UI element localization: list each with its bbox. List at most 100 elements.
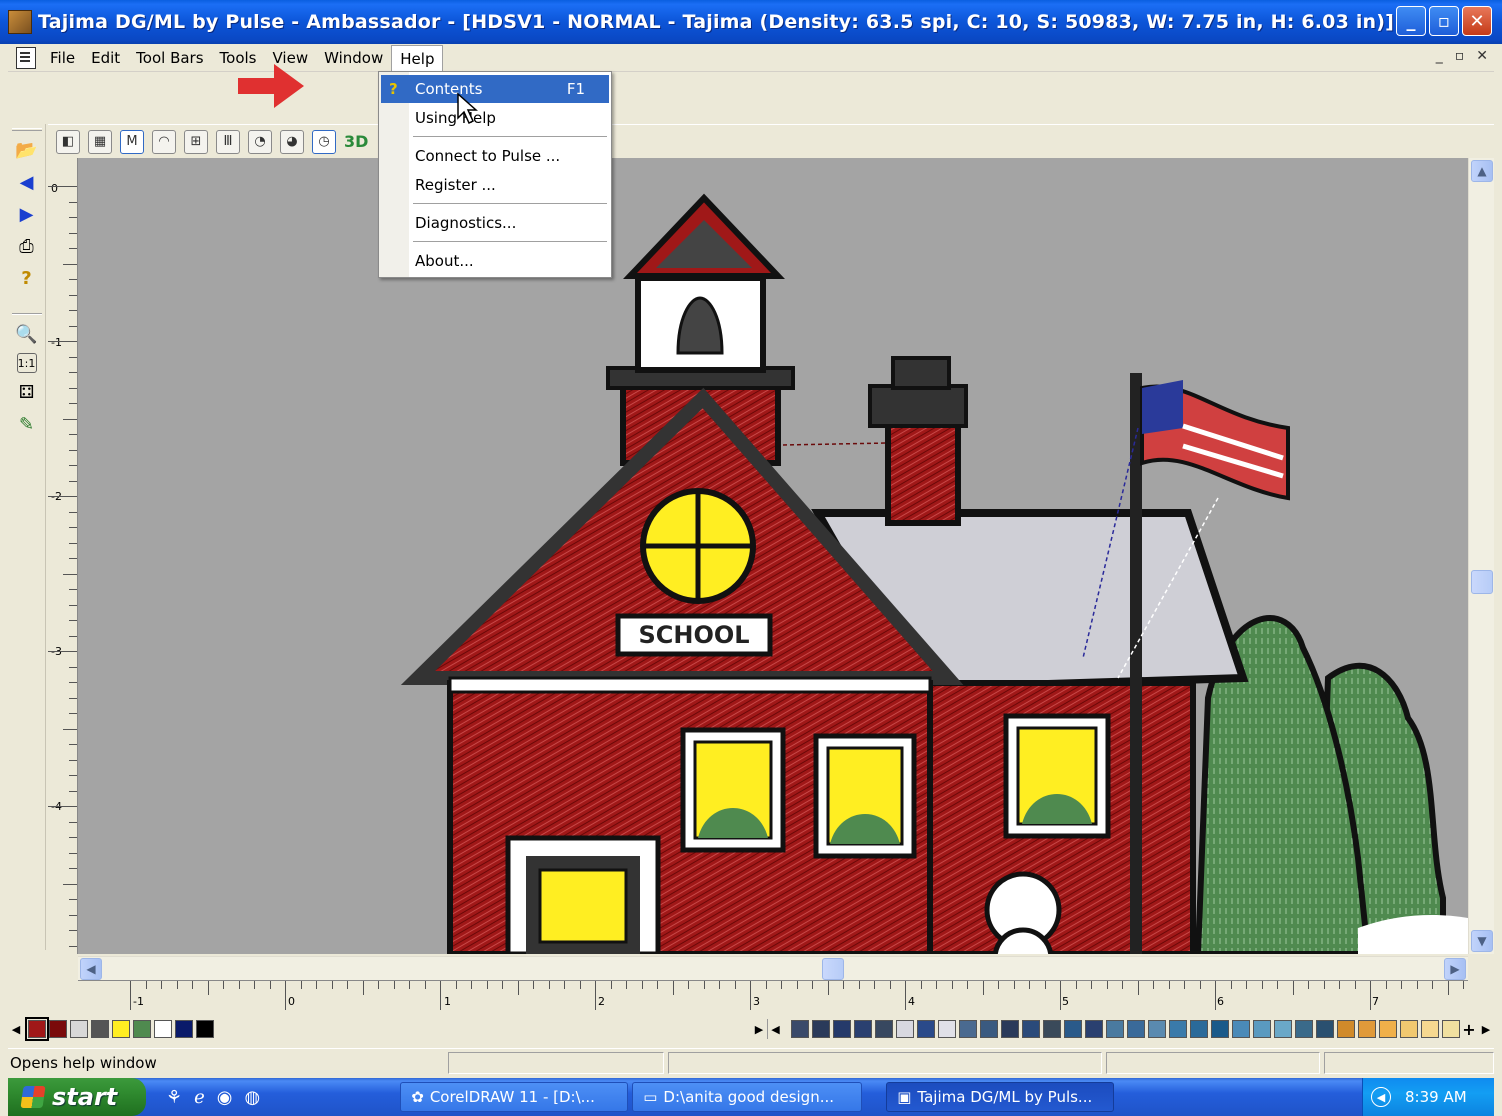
scroll-right-button[interactable]: ▶	[1444, 958, 1466, 980]
color-swatch[interactable]	[1337, 1020, 1355, 1038]
color-swatch[interactable]	[175, 1020, 193, 1038]
close-button[interactable]: ✕	[1462, 6, 1492, 36]
color-swatch[interactable]	[1022, 1020, 1040, 1038]
menu-item-diagnostics[interactable]: Diagnostics...	[381, 209, 609, 237]
color-swatch[interactable]	[1400, 1020, 1418, 1038]
help-icon[interactable]: ?	[14, 265, 40, 291]
add-color-button[interactable]: +	[1460, 1019, 1478, 1039]
scroll-up-button[interactable]: ▲	[1471, 160, 1493, 182]
task-folder[interactable]: ▭ D:\anita good design...	[632, 1082, 863, 1112]
color-swatch[interactable]	[1085, 1020, 1103, 1038]
color-swatch[interactable]	[854, 1020, 872, 1038]
color-swatch[interactable]	[1127, 1020, 1145, 1038]
color-swatch[interactable]	[1379, 1020, 1397, 1038]
stitch-view-icon[interactable]: ◧	[56, 129, 80, 154]
color-swatch[interactable]	[812, 1020, 830, 1038]
color-swatch[interactable]	[1106, 1020, 1124, 1038]
document-icon[interactable]	[16, 46, 36, 69]
color-swatch[interactable]	[1442, 1020, 1460, 1038]
grid-view-icon[interactable]: ▦	[88, 129, 112, 154]
color-swatch[interactable]	[1316, 1020, 1334, 1038]
scroll-left-button[interactable]: ◀	[80, 958, 102, 980]
print-icon[interactable]: ⎙	[14, 233, 40, 259]
open-folder-icon[interactable]: 📂	[14, 137, 40, 163]
color-swatch[interactable]	[1064, 1020, 1082, 1038]
color-swatch[interactable]	[49, 1020, 67, 1038]
columns-icon[interactable]: Ⅲ	[216, 129, 240, 154]
menu-window[interactable]: Window	[316, 45, 391, 71]
menu-item-connect-to-pulse[interactable]: Connect to Pulse ...	[381, 142, 609, 170]
show-hidden-icons-button[interactable]: ◀	[1371, 1087, 1391, 1107]
palette-right-arrow[interactable]: ▶	[1478, 1019, 1494, 1039]
color-swatch[interactable]	[833, 1020, 851, 1038]
minimize-button[interactable]: _	[1396, 6, 1426, 36]
color-swatch[interactable]	[70, 1020, 88, 1038]
design-canvas[interactable]: SCHOOL	[78, 158, 1468, 954]
title-bar[interactable]: Tajima DG/ML by Pulse - Ambassador - [HD…	[0, 0, 1502, 44]
color-swatch[interactable]	[1148, 1020, 1166, 1038]
actual-size-icon[interactable]: 1:1	[16, 353, 37, 373]
palette-scroll-left[interactable]: ◀	[767, 1019, 783, 1039]
vertical-scrollbar[interactable]: ▲ ▼	[1468, 158, 1494, 954]
color-swatch[interactable]	[133, 1020, 151, 1038]
start-button[interactable]: start	[8, 1078, 146, 1116]
color-swatch[interactable]	[154, 1020, 172, 1038]
color-swatch[interactable]	[112, 1020, 130, 1038]
color-swatch[interactable]	[917, 1020, 935, 1038]
color-swatch[interactable]	[896, 1020, 914, 1038]
speed-icon[interactable]: ◷	[312, 129, 336, 154]
color-swatch[interactable]	[1232, 1020, 1250, 1038]
maximize-button[interactable]: ▫	[1429, 6, 1459, 36]
3d-view-button[interactable]: 3D	[344, 132, 368, 151]
color-swatch[interactable]	[1001, 1020, 1019, 1038]
back-arrow-icon[interactable]: ◀	[14, 169, 40, 195]
color-swatch[interactable]	[1253, 1020, 1271, 1038]
menu-file[interactable]: File	[42, 45, 83, 71]
color-swatch[interactable]	[959, 1020, 977, 1038]
network-icon[interactable]: ⚘	[166, 1087, 182, 1108]
fit-icon[interactable]: ⚃	[14, 379, 40, 405]
toolbar-grip[interactable]	[11, 128, 42, 131]
pen-icon[interactable]: ✎	[14, 411, 40, 437]
menu-item-contents[interactable]: ? Contents F1	[381, 75, 609, 103]
outline-icon[interactable]: ◠	[152, 129, 176, 154]
menu-item-using-help[interactable]: Using Help	[381, 104, 609, 132]
menu-help[interactable]: Help	[391, 44, 444, 71]
grid-icon[interactable]: ⊞	[184, 129, 208, 154]
mdi-minimize-button[interactable]: _	[1436, 48, 1443, 64]
menu-tool-bars[interactable]: Tool Bars	[128, 45, 211, 71]
clock[interactable]: 8:39 AM	[1405, 1088, 1467, 1106]
palette-left-arrow[interactable]: ◀	[8, 1019, 24, 1039]
color-swatch[interactable]	[1421, 1020, 1439, 1038]
menu-edit[interactable]: Edit	[83, 45, 128, 71]
color-swatch[interactable]	[25, 1017, 49, 1041]
color-swatch[interactable]	[1295, 1020, 1313, 1038]
browser-icon[interactable]: ℯ	[194, 1087, 205, 1108]
color-swatch[interactable]	[196, 1020, 214, 1038]
timer-icon[interactable]: ◕	[280, 129, 304, 154]
horizontal-scroll-thumb[interactable]	[822, 958, 844, 980]
app-icon[interactable]	[8, 10, 32, 34]
color-swatch[interactable]	[91, 1020, 109, 1038]
color-swatch[interactable]	[791, 1020, 809, 1038]
menu-item-register[interactable]: Register ...	[381, 171, 609, 199]
scroll-down-button[interactable]: ▼	[1471, 930, 1493, 952]
color-swatch[interactable]	[1358, 1020, 1376, 1038]
mdi-close-button[interactable]: ✕	[1476, 48, 1488, 64]
mdi-restore-button[interactable]: ▫	[1455, 48, 1465, 64]
clock-icon[interactable]: ◔	[248, 129, 272, 154]
task-tajima[interactable]: ▣ Tajima DG/ML by Puls...	[886, 1082, 1115, 1112]
color-swatch[interactable]	[1169, 1020, 1187, 1038]
horizontal-scrollbar[interactable]: ◀ ▶	[78, 956, 1468, 980]
forward-arrow-icon[interactable]: ▶	[14, 201, 40, 227]
color-swatch[interactable]	[875, 1020, 893, 1038]
stitch-mode-icon[interactable]: M	[120, 129, 144, 154]
color-swatch[interactable]	[980, 1020, 998, 1038]
menu-item-about[interactable]: About...	[381, 247, 609, 275]
color-swatch[interactable]	[1043, 1020, 1061, 1038]
media-icon[interactable]: ◉	[217, 1087, 233, 1108]
color-swatch[interactable]	[938, 1020, 956, 1038]
task-coreldraw[interactable]: ✿ CorelDRAW 11 - [D:\...	[400, 1082, 629, 1112]
palette-scroll-right[interactable]: ▶	[751, 1019, 767, 1039]
app-shortcut-icon[interactable]: ◍	[245, 1087, 261, 1108]
